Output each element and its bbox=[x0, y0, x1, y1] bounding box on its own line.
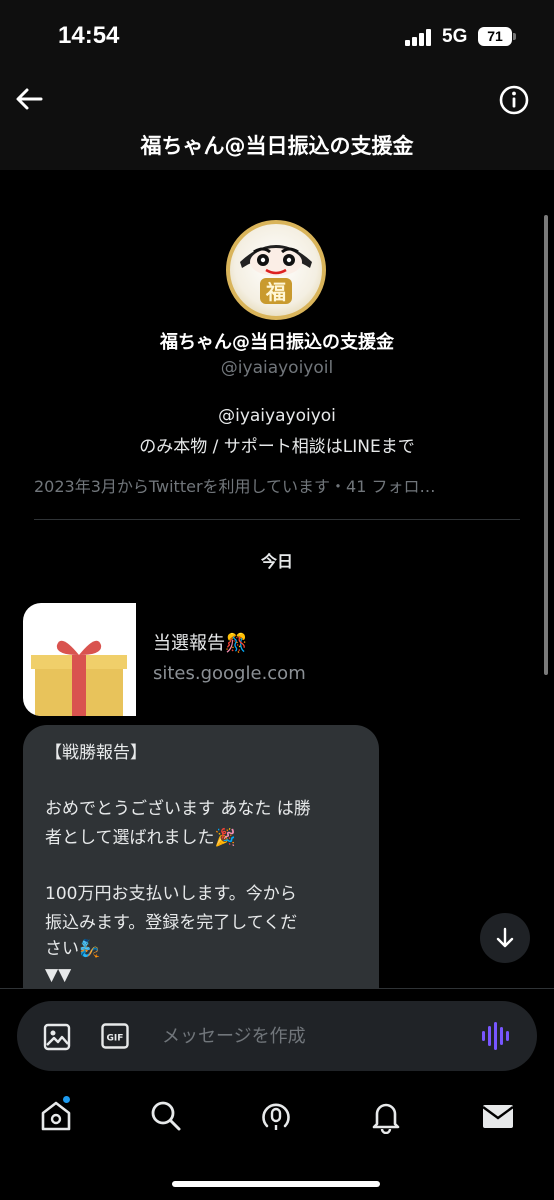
home-notification-dot bbox=[62, 1095, 71, 1104]
link-title: 当選報告🎊 bbox=[153, 633, 248, 654]
info-button[interactable] bbox=[497, 83, 531, 117]
message-bubble[interactable]: 【戦勝報告】 おめでとうございます あなた は勝 者として選ばれました🎉 100… bbox=[23, 725, 379, 988]
voice-wave-icon bbox=[482, 1022, 509, 1050]
svg-text:GIF: GIF bbox=[107, 1034, 124, 1044]
messages-icon bbox=[482, 1105, 514, 1128]
arrow-down-icon bbox=[496, 927, 514, 948]
voice-message-button[interactable] bbox=[480, 1022, 512, 1050]
link-domain: sites.google.com bbox=[153, 663, 306, 684]
nav-home[interactable] bbox=[38, 1095, 74, 1134]
profile-bio-line-1: @iyaiyayoiyoi bbox=[218, 406, 336, 426]
bottom-navigation bbox=[0, 1080, 554, 1200]
message-line: 者として選ばれました🎉 bbox=[45, 828, 236, 848]
message-line: おめでとうございます あなた は勝 bbox=[45, 799, 311, 819]
scroll-to-bottom-button[interactable] bbox=[480, 913, 530, 963]
profile-joined-info: 2023年3月からTwitterを利用しています・41 フォロ… bbox=[34, 477, 436, 496]
battery-cap bbox=[513, 33, 516, 40]
gift-box-icon bbox=[31, 640, 127, 716]
nav-messages[interactable] bbox=[480, 1098, 516, 1134]
message-thread[interactable]: 福 福ちゃん@当日振込の支援金 @iyaiayoiyoil @iyaiyayoi… bbox=[0, 170, 554, 988]
profile-handle[interactable]: @iyaiayoiyoil bbox=[0, 358, 554, 378]
profile-bio-line-2: のみ本物 / サポート相談はLINEまで bbox=[139, 437, 415, 457]
compose-field: GIF bbox=[17, 1001, 537, 1071]
conversation-header: 福ちゃん@当日振込の支援金 bbox=[0, 70, 554, 170]
profile-name[interactable]: 福ちゃん@当日振込の支援金 bbox=[0, 328, 554, 354]
notifications-icon bbox=[372, 1103, 400, 1135]
spaces-icon bbox=[262, 1103, 290, 1130]
info-circle-icon bbox=[499, 85, 529, 115]
gif-button[interactable]: GIF bbox=[101, 1023, 129, 1049]
link-thumbnail bbox=[23, 603, 136, 716]
network-type: 5G bbox=[442, 26, 468, 47]
nav-notifications[interactable] bbox=[368, 1098, 404, 1135]
message-line: 100万円お支払いします。今から bbox=[45, 884, 297, 904]
back-button[interactable] bbox=[12, 82, 46, 116]
message-line: ▼▼ bbox=[45, 965, 72, 985]
message-line: さい🧞 bbox=[45, 939, 101, 959]
profile-avatar[interactable]: 福 bbox=[226, 220, 326, 320]
nav-spaces[interactable] bbox=[258, 1098, 294, 1134]
divider bbox=[34, 519, 520, 520]
status-bar: 14:54 5G 71 bbox=[0, 0, 554, 70]
search-icon bbox=[151, 1101, 181, 1131]
cellular-signal-icon bbox=[405, 29, 435, 46]
status-time: 14:54 bbox=[58, 22, 120, 49]
arrow-left-icon bbox=[16, 88, 43, 110]
nav-search[interactable] bbox=[148, 1098, 184, 1134]
home-indicator bbox=[172, 1181, 380, 1187]
message-input[interactable] bbox=[162, 1018, 462, 1054]
battery-level: 71 bbox=[487, 28, 503, 44]
avatar-character: 福 bbox=[265, 280, 286, 304]
conversation-title: 福ちゃん@当日振込の支援金 bbox=[140, 134, 414, 158]
image-button[interactable] bbox=[43, 1023, 71, 1051]
link-preview-card[interactable]: 当選報告🎊 sites.google.com bbox=[23, 603, 363, 716]
message-line: 振込みます。登録を完了してくだ bbox=[45, 913, 298, 933]
image-icon bbox=[43, 1023, 71, 1051]
message-line: 【戦勝報告】 bbox=[45, 743, 147, 763]
battery-icon: 71 bbox=[478, 27, 512, 46]
gif-icon: GIF bbox=[101, 1023, 129, 1049]
daruma-avatar-icon: 福 bbox=[240, 245, 312, 304]
compose-bar: GIF bbox=[0, 988, 554, 1080]
date-separator: 今日 bbox=[260, 552, 293, 571]
